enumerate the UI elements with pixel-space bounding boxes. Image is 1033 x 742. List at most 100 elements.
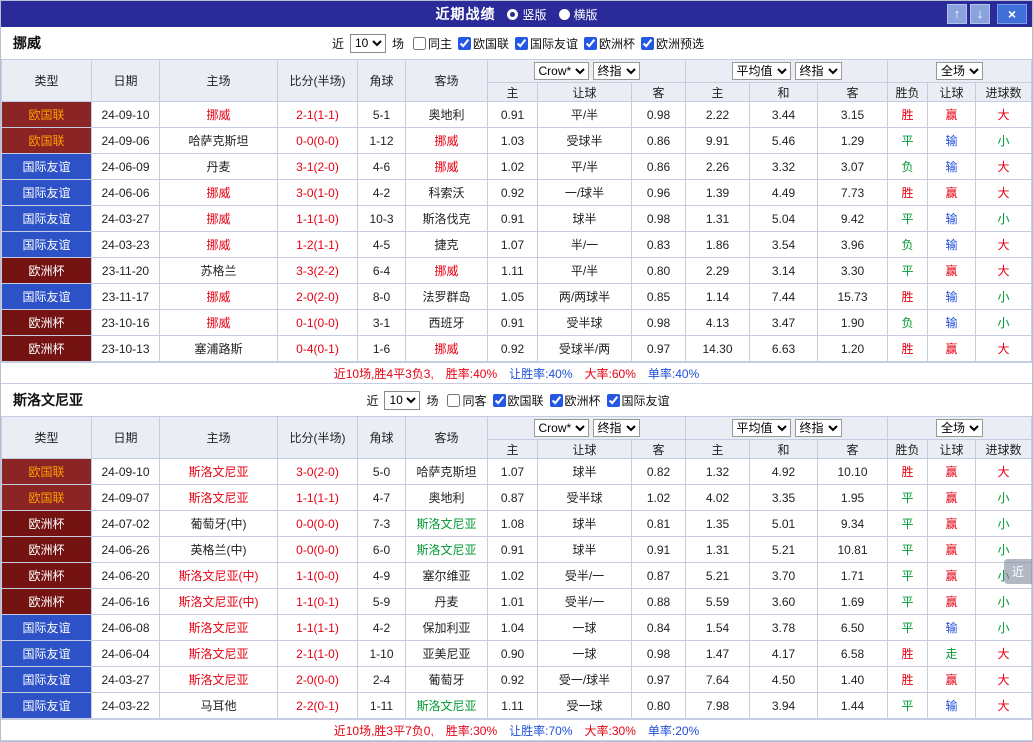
- close-button[interactable]: ×: [997, 4, 1027, 24]
- filter-checkbox-欧国联[interactable]: 欧国联: [492, 392, 544, 409]
- checkbox-同主[interactable]: [412, 36, 426, 50]
- match-result: 胜: [887, 666, 929, 693]
- filter-checkbox-欧国联[interactable]: 欧国联: [457, 35, 509, 52]
- handicap-result: 输: [927, 205, 977, 232]
- filter-checkbox-欧洲预选[interactable]: 欧洲预选: [641, 35, 704, 52]
- checkbox-label: 欧国联: [472, 36, 509, 51]
- checkbox-同客[interactable]: [447, 393, 461, 407]
- summary-segment: 胜率:40%: [445, 366, 498, 381]
- corners: 10-3: [357, 205, 406, 232]
- bookmaker-select[interactable]: Crow*: [533, 419, 589, 437]
- scope-select[interactable]: 全场: [936, 62, 984, 80]
- handicap-result: 输: [927, 283, 977, 310]
- table-row: 欧国联 24-09-10 斯洛文尼亚 3-0(2-0) 5-0 哈萨克斯坦 1.07 球半 0.…: [1, 458, 1033, 485]
- table-row: 国际友谊 24-03-22 马耳他 2-2(0-1) 1-11 斯洛文尼亚 1.11 受一球 0…: [1, 692, 1033, 719]
- goals-result: 小: [975, 283, 1033, 310]
- avg-home-odds: 4.02: [685, 484, 750, 511]
- filter-checkbox-同主[interactable]: 同主: [412, 35, 452, 52]
- move-up-button[interactable]: ↑: [947, 4, 967, 24]
- column-header: 类型: [1, 59, 92, 102]
- goals-result: 大: [975, 666, 1033, 693]
- sub-column-header: 胜负: [887, 82, 929, 102]
- filter-checkbox-国际友谊[interactable]: 国际友谊: [515, 35, 578, 52]
- odds-home: 1.02: [487, 562, 538, 589]
- home-team: 斯洛文尼亚: [159, 640, 278, 667]
- checkbox-欧洲预选[interactable]: [641, 36, 655, 50]
- checkbox-欧洲杯[interactable]: [549, 393, 563, 407]
- checkbox-label: 同客: [462, 393, 487, 408]
- table-row: 欧洲杯 24-07-02 葡萄牙(中) 0-0(0-0) 7-3 斯洛文尼亚 1.08 球半 0…: [1, 510, 1033, 537]
- average-select[interactable]: 平均值: [731, 419, 791, 437]
- handicap-line: 受半球: [537, 309, 632, 336]
- avg-away-odds: 1.40: [816, 666, 889, 693]
- goals-result: 小: [975, 510, 1033, 537]
- handicap-line: 球半: [537, 536, 632, 563]
- odds-away: 0.97: [631, 335, 686, 362]
- filter-bar: 近 10 场 同客 欧国联 欧洲杯 国际友谊: [363, 390, 670, 410]
- odds-stage-select[interactable]: 终指: [592, 62, 640, 80]
- scope-select[interactable]: 全场: [936, 419, 984, 437]
- avg-draw-odds: 3.70: [749, 562, 818, 589]
- match-result: 负: [887, 309, 929, 336]
- match-result: 平: [887, 692, 929, 719]
- recent-count-select[interactable]: 10: [349, 33, 386, 53]
- avg-draw-odds: 5.21: [749, 536, 818, 563]
- checkbox-欧国联[interactable]: [492, 393, 506, 407]
- match-type-badge: 欧洲杯: [1, 536, 92, 563]
- odds-away: 0.91: [631, 536, 686, 563]
- table-row: 国际友谊 24-03-23 挪威 1-2(1-1) 4-5 捷克 1.07 半/一 0.83 1.…: [1, 231, 1033, 258]
- handicap-result: 走: [927, 640, 977, 667]
- avg-draw-odds: 4.17: [749, 640, 818, 667]
- checkbox-国际友谊[interactable]: [606, 393, 620, 407]
- table-row: 欧洲杯 24-06-16 斯洛文尼亚(中) 1-1(0-1) 5-9 丹麦 1.01 受半/一…: [1, 588, 1033, 615]
- match-date: 24-09-07: [91, 484, 160, 511]
- corners: 4-5: [357, 231, 406, 258]
- summary-segment: 单率:40%: [647, 366, 700, 381]
- goals-result: 大: [975, 257, 1033, 284]
- average-select[interactable]: 平均值: [731, 62, 791, 80]
- odds-away: 0.98: [631, 309, 686, 336]
- match-date: 23-11-20: [91, 257, 160, 284]
- avg-draw-odds: 3.94: [749, 692, 818, 719]
- summary-segment: 单率:20%: [647, 723, 700, 738]
- checkbox-欧洲杯[interactable]: [584, 36, 598, 50]
- table-row: 国际友谊 24-06-09 丹麦 3-1(2-0) 4-6 挪威 1.02 平/半 0.86 2.…: [1, 153, 1033, 180]
- filter-checkbox-同客[interactable]: 同客: [447, 392, 487, 409]
- filter-checkbox-欧洲杯[interactable]: 欧洲杯: [584, 35, 635, 52]
- away-team: 斯洛伐克: [405, 205, 488, 232]
- avg-draw-odds: 6.63: [749, 335, 818, 362]
- avg-draw-odds: 5.46: [749, 127, 818, 154]
- handicap-line: 受半/一: [537, 588, 632, 615]
- layout-option-horizontal[interactable]: 横版: [558, 6, 598, 23]
- avg-stage-select[interactable]: 终指: [794, 62, 842, 80]
- odds-away: 0.96: [631, 179, 686, 206]
- match-result: 胜: [887, 458, 929, 485]
- layout-option-vertical[interactable]: 竖版: [507, 6, 547, 23]
- sub-column-header: 主: [685, 82, 750, 102]
- recent-count-select[interactable]: 10: [384, 390, 421, 410]
- move-down-button[interactable]: ↓: [970, 4, 990, 24]
- checkbox-国际友谊[interactable]: [515, 36, 528, 50]
- corners: 3-1: [357, 309, 406, 336]
- filter-checkbox-国际友谊[interactable]: 国际友谊: [606, 392, 670, 409]
- home-team: 苏格兰: [159, 257, 278, 284]
- match-type-badge: 国际友谊: [1, 692, 92, 719]
- avg-home-odds: 1.54: [685, 614, 750, 641]
- odds-home: 0.91: [487, 309, 538, 336]
- match-type-badge: 欧国联: [1, 458, 92, 485]
- avg-stage-select[interactable]: 终指: [794, 419, 842, 437]
- away-team: 塞尔维亚: [405, 562, 488, 589]
- odds-away: 0.86: [631, 153, 686, 180]
- odds-stage-select[interactable]: 终指: [592, 419, 640, 437]
- odds-group-header: 全场: [887, 59, 1033, 83]
- filter-checkbox-欧洲杯[interactable]: 欧洲杯: [549, 392, 601, 409]
- bookmaker-select[interactable]: Crow*: [533, 62, 589, 80]
- recent-float-button[interactable]: 近: [1003, 559, 1032, 584]
- avg-away-odds: 1.44: [816, 692, 889, 719]
- match-type-badge: 欧洲杯: [1, 588, 92, 615]
- checkbox-欧国联[interactable]: [457, 36, 471, 50]
- home-team: 斯洛文尼亚: [159, 458, 278, 485]
- home-team: 挪威: [159, 309, 278, 336]
- avg-away-odds: 7.73: [816, 179, 889, 206]
- handicap-line: 受半/一: [537, 562, 632, 589]
